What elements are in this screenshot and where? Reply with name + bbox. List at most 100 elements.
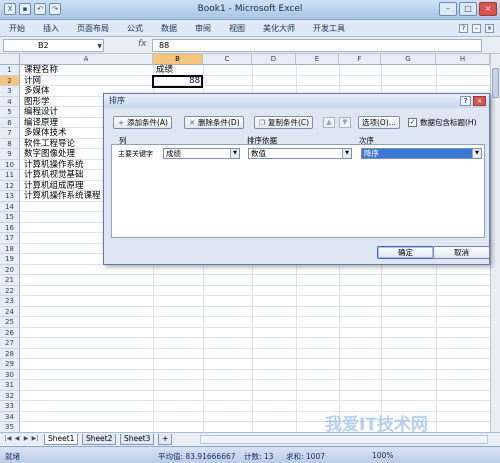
ribbon-tab[interactable]: 视图 [220,20,254,37]
prev-sheet-icon[interactable]: ◀ [13,435,21,444]
row-header[interactable]: 9 [0,149,20,160]
sheet-tab-3[interactable]: Sheet3 [120,434,155,445]
copy-level-button[interactable]: ❐ 复制条件(C) [254,116,314,129]
row-header[interactable]: 29 [0,359,20,370]
row-header[interactable]: 32 [0,390,20,401]
cell-a3[interactable]: 多媒体 [24,86,50,97]
row-header[interactable]: 2 [0,75,20,86]
sheet-tab-1[interactable]: Sheet1 [44,434,79,445]
row-header[interactable]: 26 [0,327,20,338]
zoom-level[interactable]: 100% [372,451,393,460]
row-header[interactable]: 3 [0,86,20,97]
row-header[interactable]: 5 [0,107,20,118]
row-header[interactable]: 34 [0,411,20,422]
cell-a2[interactable]: 计网 [24,76,41,87]
dialog-close-button[interactable]: × [473,96,486,106]
row-header[interactable]: 25 [0,317,20,328]
column-header-d[interactable]: D [252,54,296,65]
help-icon[interactable]: ? [459,23,468,33]
close-workbook-icon[interactable]: × [485,23,494,33]
cell-a10[interactable]: 计算机操作系统 [24,160,84,171]
insert-sheet-icon[interactable]: + [158,434,172,445]
row-header[interactable]: 21 [0,275,20,286]
dialog-help-button[interactable]: ? [460,96,471,106]
chevron-down-icon[interactable]: ▼ [472,149,481,158]
row-header[interactable]: 6 [0,117,20,128]
minimize-ribbon-icon[interactable]: – [472,23,481,33]
column-header-b[interactable]: B [153,54,203,65]
vertical-scrollbar[interactable] [490,54,500,432]
row-header[interactable]: 4 [0,96,20,107]
ribbon-tab[interactable]: 页面布局 [68,20,118,37]
ribbon-tab[interactable]: 开发工具 [304,20,354,37]
cell-a13[interactable]: 计算机操作系统课程 [24,191,101,202]
chevron-down-icon[interactable]: ▼ [97,41,102,52]
cell-a8[interactable]: 软件工程导论 [24,139,75,150]
ok-button[interactable]: 确定 [377,246,434,259]
last-sheet-icon[interactable]: ▶| [31,435,39,444]
cell-a11[interactable]: 计算机视觉基础 [24,170,84,181]
row-header[interactable]: 19 [0,254,20,265]
select-all-corner[interactable] [0,54,20,65]
cancel-button[interactable]: 取消 [433,246,490,259]
function-icon[interactable]: fx [138,39,147,49]
row-header[interactable]: 10 [0,159,20,170]
ribbon-tab[interactable]: 开始 [0,20,34,37]
horizontal-scrollbar[interactable] [200,435,488,444]
row-header[interactable]: 14 [0,201,20,212]
ribbon-tab[interactable]: 审阅 [186,20,220,37]
sheet-tab-2[interactable]: Sheet2 [82,434,117,445]
cell-a5[interactable]: 编程设计 [24,107,58,118]
row-header[interactable]: 17 [0,233,20,244]
cell-a9[interactable]: 数字图像处理 [24,149,75,160]
cell-a12[interactable]: 计算机组成原理 [24,181,84,192]
row-header[interactable]: 33 [0,401,20,412]
sort-column-select[interactable]: 成绩 ▼ [163,148,240,159]
next-sheet-icon[interactable]: ▶ [22,435,30,444]
cell-a1[interactable]: 课程名称 [24,65,58,76]
column-header-f[interactable]: F [339,54,381,65]
chevron-down-icon[interactable]: ▼ [342,149,351,158]
row-header[interactable]: 22 [0,285,20,296]
ribbon-tab[interactable]: 插入 [34,20,68,37]
minimize-button[interactable]: – [439,2,457,16]
sort-on-select[interactable]: 数值 ▼ [248,148,352,159]
row-header[interactable]: 35 [0,422,20,432]
first-sheet-icon[interactable]: |◀ [4,435,12,444]
row-header[interactable]: 11 [0,170,20,181]
column-header-e[interactable]: E [296,54,339,65]
ribbon-tab[interactable]: 公式 [118,20,152,37]
row-header[interactable]: 7 [0,128,20,139]
ribbon-tab[interactable]: 数据 [152,20,186,37]
cell-a7[interactable]: 多媒体技术 [24,128,67,139]
row-header[interactable]: 27 [0,338,20,349]
options-button[interactable]: 选项(O)... [358,116,400,129]
cell-a6[interactable]: 编译原理 [24,118,58,129]
move-up-button[interactable]: ▲ [323,117,335,128]
row-header[interactable]: 28 [0,348,20,359]
row-header[interactable]: 1 [0,65,20,76]
column-header-g[interactable]: G [381,54,436,65]
maximize-button[interactable]: □ [459,2,477,16]
row-header[interactable]: 20 [0,264,20,275]
row-header[interactable]: 18 [0,243,20,254]
ribbon-tab[interactable]: 美化大师 [254,20,304,37]
header-checkbox[interactable]: ✓ [408,118,417,127]
row-header[interactable]: 30 [0,369,20,380]
delete-level-button[interactable]: ✕ 删除条件(D) [184,116,244,129]
close-button[interactable]: × [479,2,497,16]
row-header[interactable]: 16 [0,222,20,233]
row-header[interactable]: 24 [0,306,20,317]
row-header[interactable]: 13 [0,191,20,202]
chevron-down-icon[interactable]: ▼ [230,149,239,158]
row-header[interactable]: 12 [0,180,20,191]
column-header-c[interactable]: C [203,54,252,65]
move-down-button[interactable]: ▼ [339,117,351,128]
row-header[interactable]: 15 [0,212,20,223]
scroll-thumb[interactable] [492,68,499,98]
cell-a4[interactable]: 图形学 [24,97,50,108]
row-header[interactable]: 8 [0,138,20,149]
column-header-h[interactable]: H [436,54,490,65]
formula-input[interactable]: 88 [152,39,482,52]
sort-order-select[interactable]: 降序 ▼ [361,148,482,159]
